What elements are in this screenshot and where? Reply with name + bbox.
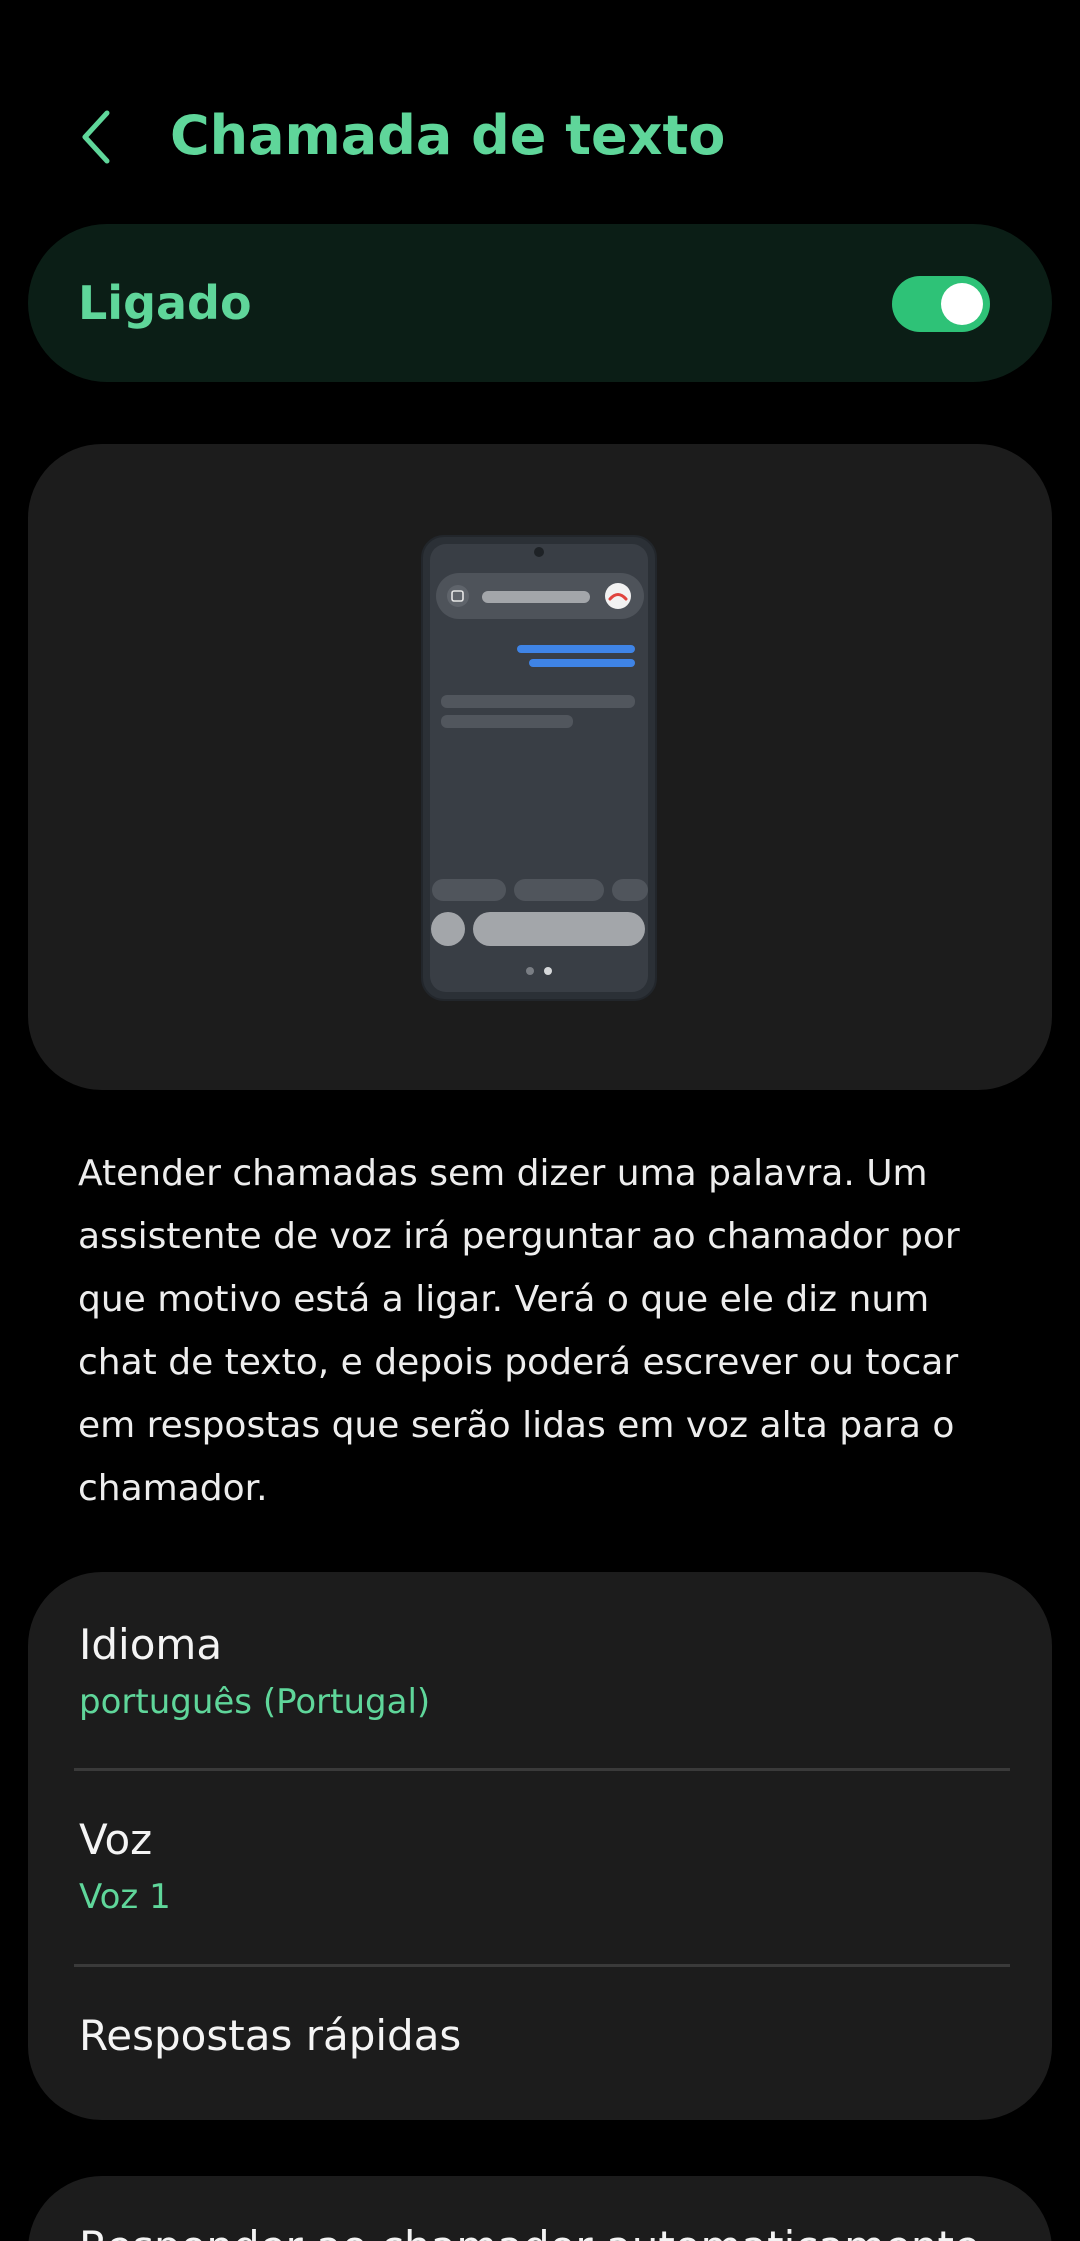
master-switch-row[interactable]: Ligado bbox=[28, 224, 1052, 382]
auto-answer-title: Responder ao chamador automaticamente bbox=[79, 2222, 980, 2241]
settings-card: Idioma português (Portugal) Voz Voz 1 Re… bbox=[28, 1572, 1052, 2120]
setting-voice[interactable]: Voz Voz 1 bbox=[28, 1771, 1052, 1965]
phone-text-call-illustration bbox=[421, 535, 657, 1001]
message-input-bar bbox=[473, 912, 645, 946]
setting-quick-responses[interactable]: Respostas rápidas bbox=[28, 1967, 1052, 2120]
master-switch-label: Ligado bbox=[78, 276, 252, 330]
received-message-line-2 bbox=[441, 715, 573, 728]
page-indicator-dot-2 bbox=[544, 967, 552, 975]
caller-name-bar bbox=[482, 591, 590, 603]
exit-icon-bg bbox=[447, 585, 469, 607]
page-indicator-dot-1 bbox=[526, 967, 534, 975]
app-bar: Chamada de texto bbox=[0, 0, 1080, 220]
setting-language-value: português (Portugal) bbox=[79, 1682, 431, 1722]
toggle-knob bbox=[941, 283, 983, 325]
feature-description: Atender chamadas sem dizer uma palavra. … bbox=[78, 1153, 960, 1509]
setting-language-title: Idioma bbox=[79, 1620, 223, 1669]
text-call-settings-screen: Chamada de texto Ligado Atender chamadas… bbox=[0, 0, 1080, 2241]
quick-reply-chip-2 bbox=[514, 879, 604, 901]
chevron-left-icon bbox=[82, 110, 110, 164]
setting-quick-responses-title: Respostas rápidas bbox=[79, 2011, 462, 2060]
keyboard-button bbox=[431, 912, 465, 946]
sent-message-line-2 bbox=[529, 659, 635, 667]
setting-voice-value: Voz 1 bbox=[79, 1877, 171, 1917]
illustration-card bbox=[28, 444, 1052, 1090]
received-message-line-1 bbox=[441, 695, 635, 708]
sent-message-line-1 bbox=[517, 645, 635, 653]
quick-reply-chip-1 bbox=[432, 879, 506, 901]
setting-voice-title: Voz bbox=[79, 1815, 153, 1864]
page-title: Chamada de texto bbox=[170, 104, 726, 167]
auto-answer-setting[interactable]: Responder ao chamador automaticamente bbox=[28, 2176, 1052, 2241]
setting-language[interactable]: Idioma português (Portugal) bbox=[28, 1572, 1052, 1768]
phone-camera bbox=[534, 547, 544, 557]
quick-reply-chip-3 bbox=[612, 879, 648, 901]
back-button[interactable] bbox=[62, 96, 132, 178]
master-toggle-switch[interactable] bbox=[892, 276, 990, 332]
